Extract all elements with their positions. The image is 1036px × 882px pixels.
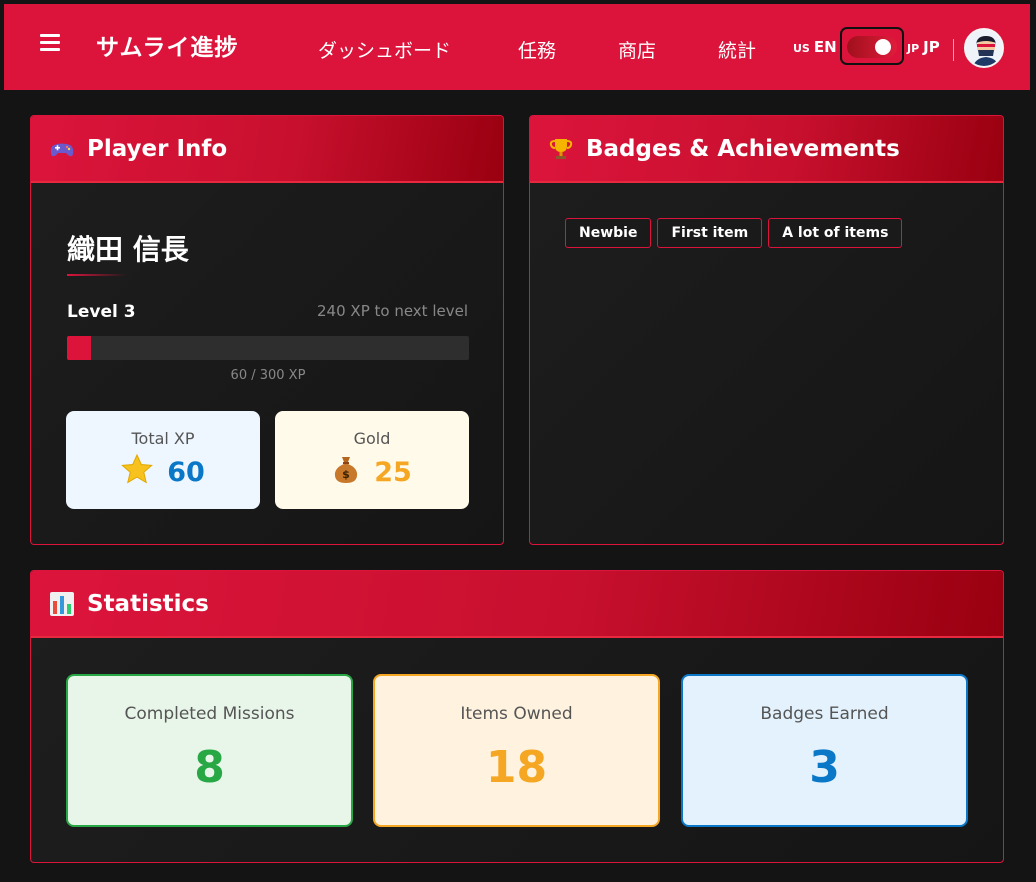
xp-progress-bar [67,336,469,360]
nav-link-dashboard[interactable]: ダッシュボード [318,36,451,63]
total-xp-box: Total XP 60 [66,411,260,509]
completed-missions-value: 8 [194,742,225,793]
badge-a-lot-of-items[interactable]: A lot of items [768,218,903,248]
us-flag-icon: US [793,42,810,55]
nav-link-shop[interactable]: 商店 [618,36,656,63]
player-name: 織田 信長 [67,233,189,266]
bar-chart-icon [49,591,75,617]
player-level: Level 3 [67,302,136,322]
completed-missions-label: Completed Missions [124,704,295,724]
jp-flag-icon: JP [907,42,920,55]
statistics-header: Statistics [31,571,1003,638]
gold-box: Gold $ 25 [275,411,469,509]
svg-text:$: $ [342,468,350,481]
xp-to-next-level: 240 XP to next level [317,302,468,320]
gold-value: 25 [374,457,412,488]
gamepad-icon [49,136,75,162]
nav-divider [953,39,954,61]
badge-list: Newbie First item A lot of items [565,218,903,248]
total-xp-value: 60 [167,457,205,488]
badges-card: Badges & Achievements Newbie First item … [529,115,1004,545]
language-toggle[interactable] [840,27,904,65]
statistics-card: Statistics Completed Missions 8 Items Ow… [30,570,1004,863]
statistics-title: Statistics [87,590,209,617]
badge-newbie[interactable]: Newbie [565,218,652,248]
player-info-card: Player Info 織田 信長 Level 3 240 XP to next… [30,115,504,545]
items-owned-box: Items Owned 18 [373,674,660,827]
star-icon [121,453,154,491]
badges-earned-label: Badges Earned [760,704,889,724]
user-avatar[interactable] [964,28,1004,68]
badges-title: Badges & Achievements [586,135,900,162]
items-owned-label: Items Owned [460,704,573,724]
total-xp-label: Total XP [131,429,195,448]
items-owned-value: 18 [485,742,548,793]
player-info-header: Player Info [31,116,503,183]
lang-label-en: US EN [793,38,837,56]
lang-label-jp: JP JP [907,38,940,56]
badge-first-item[interactable]: First item [657,218,763,248]
app-brand[interactable]: サムライ進捗 [96,28,238,62]
completed-missions-box: Completed Missions 8 [66,674,353,827]
xp-progress-fill [67,336,92,360]
gold-label: Gold [353,429,391,448]
name-underline [67,274,127,276]
player-info-title: Player Info [87,135,228,162]
hamburger-menu-icon[interactable] [40,34,60,52]
badges-earned-value: 3 [809,742,840,793]
navbar: サムライ進捗 ダッシュボード 任務 商店 統計 US EN JP JP [4,4,1030,90]
xp-count: 60 / 300 XP [230,368,306,383]
nav-link-stats[interactable]: 統計 [718,36,756,63]
badges-header: Badges & Achievements [530,116,1003,183]
money-bag-icon: $ [332,454,360,491]
badges-earned-box: Badges Earned 3 [681,674,968,827]
trophy-icon [548,136,574,162]
nav-link-missions[interactable]: 任務 [518,36,556,63]
